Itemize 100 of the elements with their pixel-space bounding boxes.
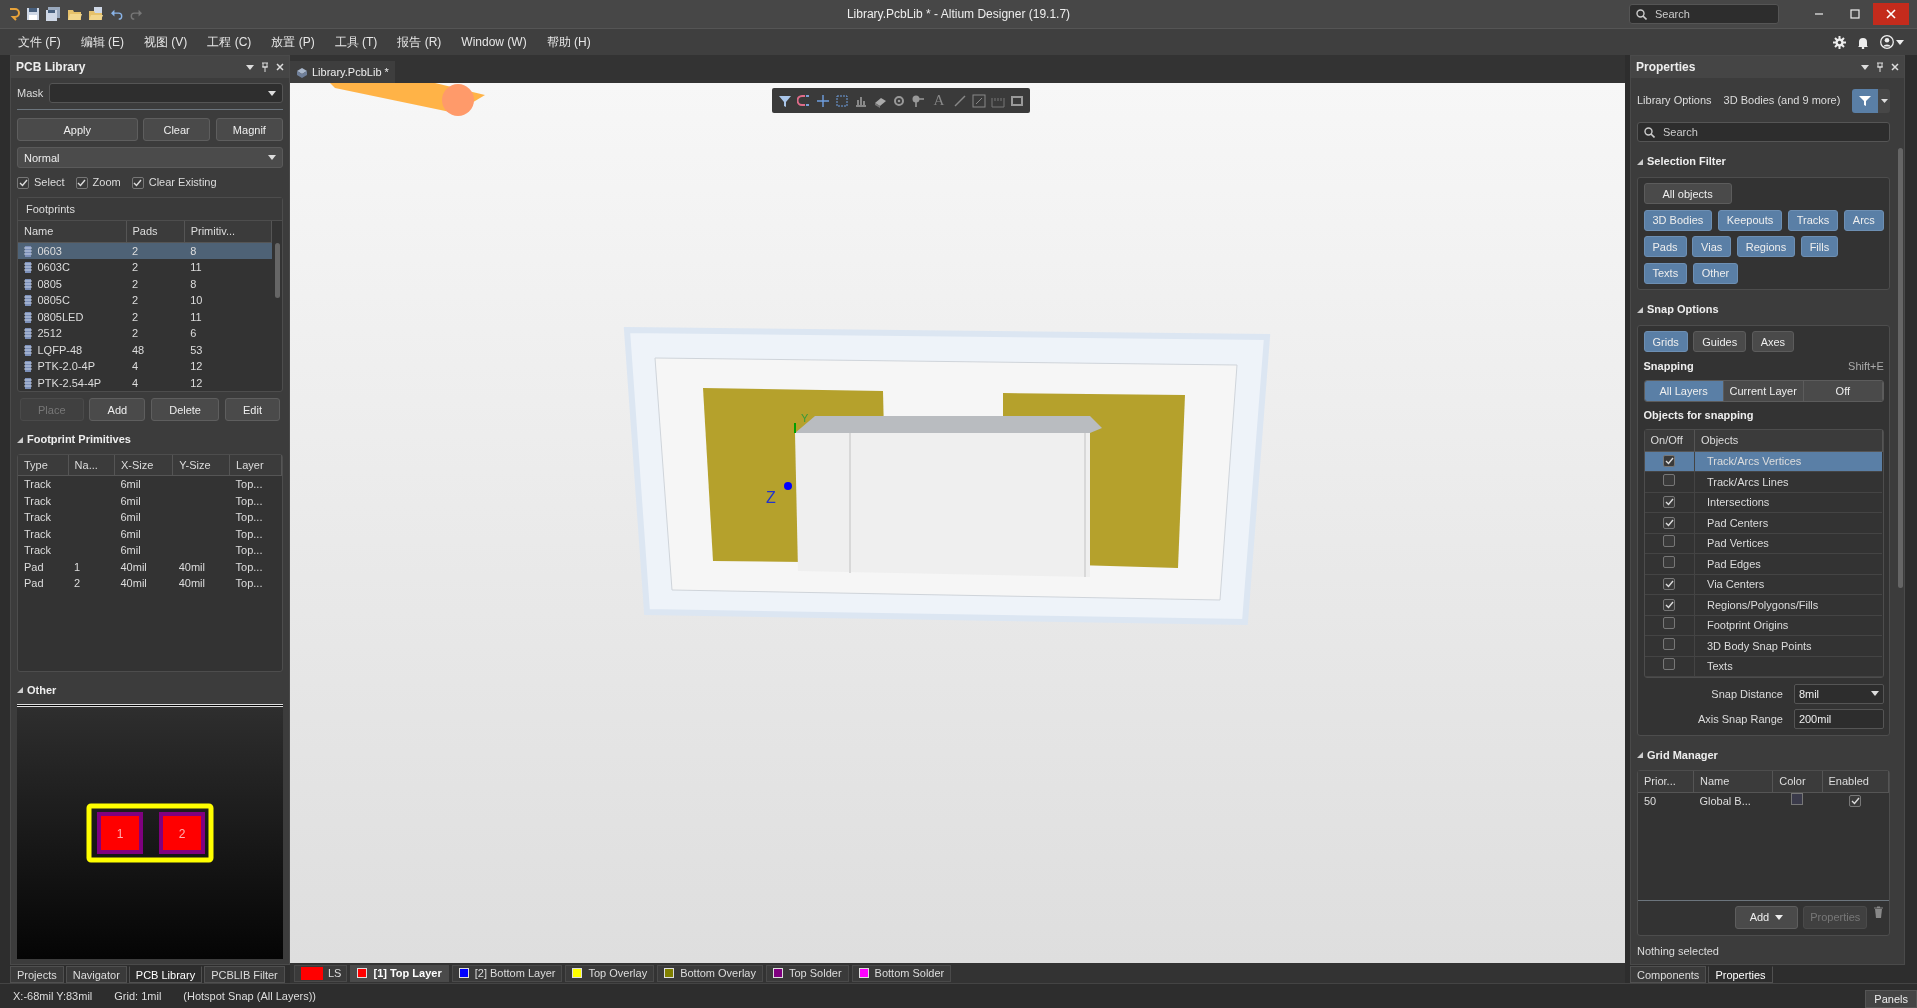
action-button[interactable]: Delete: [150, 398, 220, 422]
magnet-icon[interactable]: [797, 93, 811, 108]
filter-toggle[interactable]: Keepouts: [1717, 209, 1783, 231]
snap-object-row[interactable]: Texts: [1644, 656, 1883, 677]
column-header[interactable]: Primitiv...: [184, 221, 272, 243]
rectangle-icon[interactable]: [1010, 93, 1024, 108]
user-menu-button[interactable]: [1879, 35, 1905, 49]
column-header[interactable]: Prior...: [1638, 771, 1694, 793]
snap-object-row[interactable]: Footprint Origins: [1644, 615, 1883, 636]
footprint-row[interactable]: 0805 2 8: [18, 275, 272, 293]
mode-dropdown[interactable]: Normal: [17, 147, 283, 169]
dropdown-icon[interactable]: [1861, 64, 1869, 70]
panel-tab[interactable]: Components: [1630, 966, 1707, 983]
footprint-row[interactable]: 0603 2 8: [18, 242, 272, 260]
dimension-icon[interactable]: [972, 93, 986, 108]
filter-toggle[interactable]: Fills: [1800, 236, 1839, 258]
snap-distance-dropdown[interactable]: 8mil: [1793, 683, 1884, 704]
layer-tab[interactable]: Top Solder: [765, 964, 849, 982]
section-title[interactable]: Selection Filter: [1647, 153, 1726, 170]
panels-button[interactable]: Panels: [1865, 990, 1917, 1008]
footprint-row[interactable]: PTK-2.0-4P 4 12: [18, 358, 272, 375]
line-icon[interactable]: [953, 93, 967, 108]
checkbox[interactable]: [75, 176, 88, 189]
close-icon[interactable]: [276, 63, 284, 71]
pin-icon[interactable]: [261, 62, 269, 72]
snap-object-row[interactable]: Intersections: [1644, 492, 1883, 513]
menu-item[interactable]: 报告 (R): [389, 31, 450, 53]
add-button[interactable]: Add: [1734, 906, 1798, 929]
close-icon[interactable]: [1891, 63, 1899, 71]
layer-tab[interactable]: Bottom Overlay: [657, 964, 763, 982]
snap-object-row[interactable]: Pad Edges: [1644, 553, 1883, 575]
menu-item[interactable]: 放置 (P): [263, 31, 323, 53]
expand-icon[interactable]: [1637, 306, 1643, 313]
undo-icon[interactable]: [109, 8, 124, 20]
filter-toggle[interactable]: Vias: [1692, 236, 1732, 258]
layer-tab[interactable]: Bottom Solder: [851, 964, 952, 982]
column-header[interactable]: On/Off: [1644, 430, 1695, 452]
filter-toggle[interactable]: Pads: [1643, 236, 1687, 258]
filter-toggle[interactable]: Other: [1692, 262, 1739, 284]
column-header[interactable]: Objects: [1694, 430, 1883, 452]
checkbox[interactable]: [1663, 535, 1676, 548]
column-header[interactable]: Type: [18, 454, 69, 476]
dropdown-icon[interactable]: [246, 64, 254, 70]
footprint-row[interactable]: 0805LED 2 11: [18, 308, 272, 326]
snap-object-row[interactable]: Track/Arcs Lines: [1644, 471, 1883, 493]
checkbox[interactable]: [1663, 658, 1676, 671]
filter-toggle[interactable]: Arcs: [1843, 209, 1884, 231]
folder-icon[interactable]: [88, 7, 104, 21]
checkbox[interactable]: [131, 176, 144, 189]
save-icon[interactable]: [25, 7, 40, 21]
panel-tab[interactable]: Projects: [10, 966, 64, 983]
action-button[interactable]: Edit: [224, 398, 281, 422]
column-header[interactable]: Pads: [126, 221, 185, 243]
filter-icon[interactable]: [778, 93, 792, 108]
section-title[interactable]: Snap Options: [1647, 301, 1719, 318]
column-header[interactable]: Y-Size: [172, 454, 230, 476]
panel-tab[interactable]: Navigator: [65, 966, 127, 983]
checkbox[interactable]: [1663, 617, 1676, 630]
footprint-row[interactable]: 0805C 2 10: [18, 292, 272, 309]
filter-button[interactable]: [1852, 88, 1879, 113]
column-header[interactable]: Enabled: [1822, 771, 1889, 793]
footprint-row[interactable]: LQFP-48 48 53: [18, 341, 272, 359]
footprint-row[interactable]: 0603C 2 11: [18, 259, 272, 276]
section-title[interactable]: Grid Manager: [1647, 746, 1718, 764]
snap-toggle[interactable]: Axes: [1751, 331, 1795, 353]
checkbox[interactable]: [1663, 637, 1676, 650]
menu-item[interactable]: Window (W): [453, 31, 535, 53]
magnify-button[interactable]: Magnif: [215, 118, 283, 142]
search-field[interactable]: Search: [1661, 123, 1861, 142]
footprint-row[interactable]: 2512 2 6: [18, 325, 272, 342]
column-header[interactable]: Name: [18, 221, 126, 243]
footprint-row[interactable]: PTK-2.54-4P 4 12: [18, 374, 272, 392]
panel-tab[interactable]: PCB Library: [128, 966, 203, 983]
snap-object-row[interactable]: Pad Vertices: [1644, 533, 1883, 554]
filter-toggle[interactable]: Tracks: [1787, 209, 1839, 231]
pin-icon[interactable]: [1876, 62, 1884, 72]
dropdown-button[interactable]: [1878, 88, 1891, 113]
expand-icon[interactable]: [17, 436, 23, 443]
search-field[interactable]: Search: [1637, 122, 1891, 143]
all-objects-button[interactable]: All objects: [1643, 183, 1732, 205]
layer-tab[interactable]: [1] Top Layer: [350, 964, 449, 982]
layer-tab[interactable]: [2] Bottom Layer: [451, 964, 563, 982]
action-button[interactable]: Add: [89, 398, 146, 422]
column-header[interactable]: Na...: [68, 454, 115, 476]
menu-item[interactable]: 工程 (C): [199, 31, 260, 53]
checkbox[interactable]: [1663, 578, 1676, 591]
apply-button[interactable]: Apply: [17, 118, 138, 142]
menu-item[interactable]: 文件 (F): [10, 31, 69, 53]
layer-tab[interactable]: Top Overlay: [565, 964, 655, 982]
segment-button[interactable]: Off: [1803, 380, 1883, 401]
menu-item[interactable]: 工具 (T): [326, 31, 386, 53]
column-header[interactable]: X-Size: [114, 454, 173, 476]
menu-item[interactable]: 视图 (V): [136, 31, 196, 53]
section-title[interactable]: Other: [27, 681, 57, 699]
plus-icon[interactable]: [816, 93, 830, 108]
snap-toggle[interactable]: Grids: [1643, 331, 1688, 353]
trash-icon[interactable]: [1872, 906, 1884, 918]
panel-tab[interactable]: Properties: [1708, 966, 1773, 983]
input-field[interactable]: 200mil: [1793, 709, 1884, 730]
checkbox[interactable]: [1663, 516, 1676, 529]
